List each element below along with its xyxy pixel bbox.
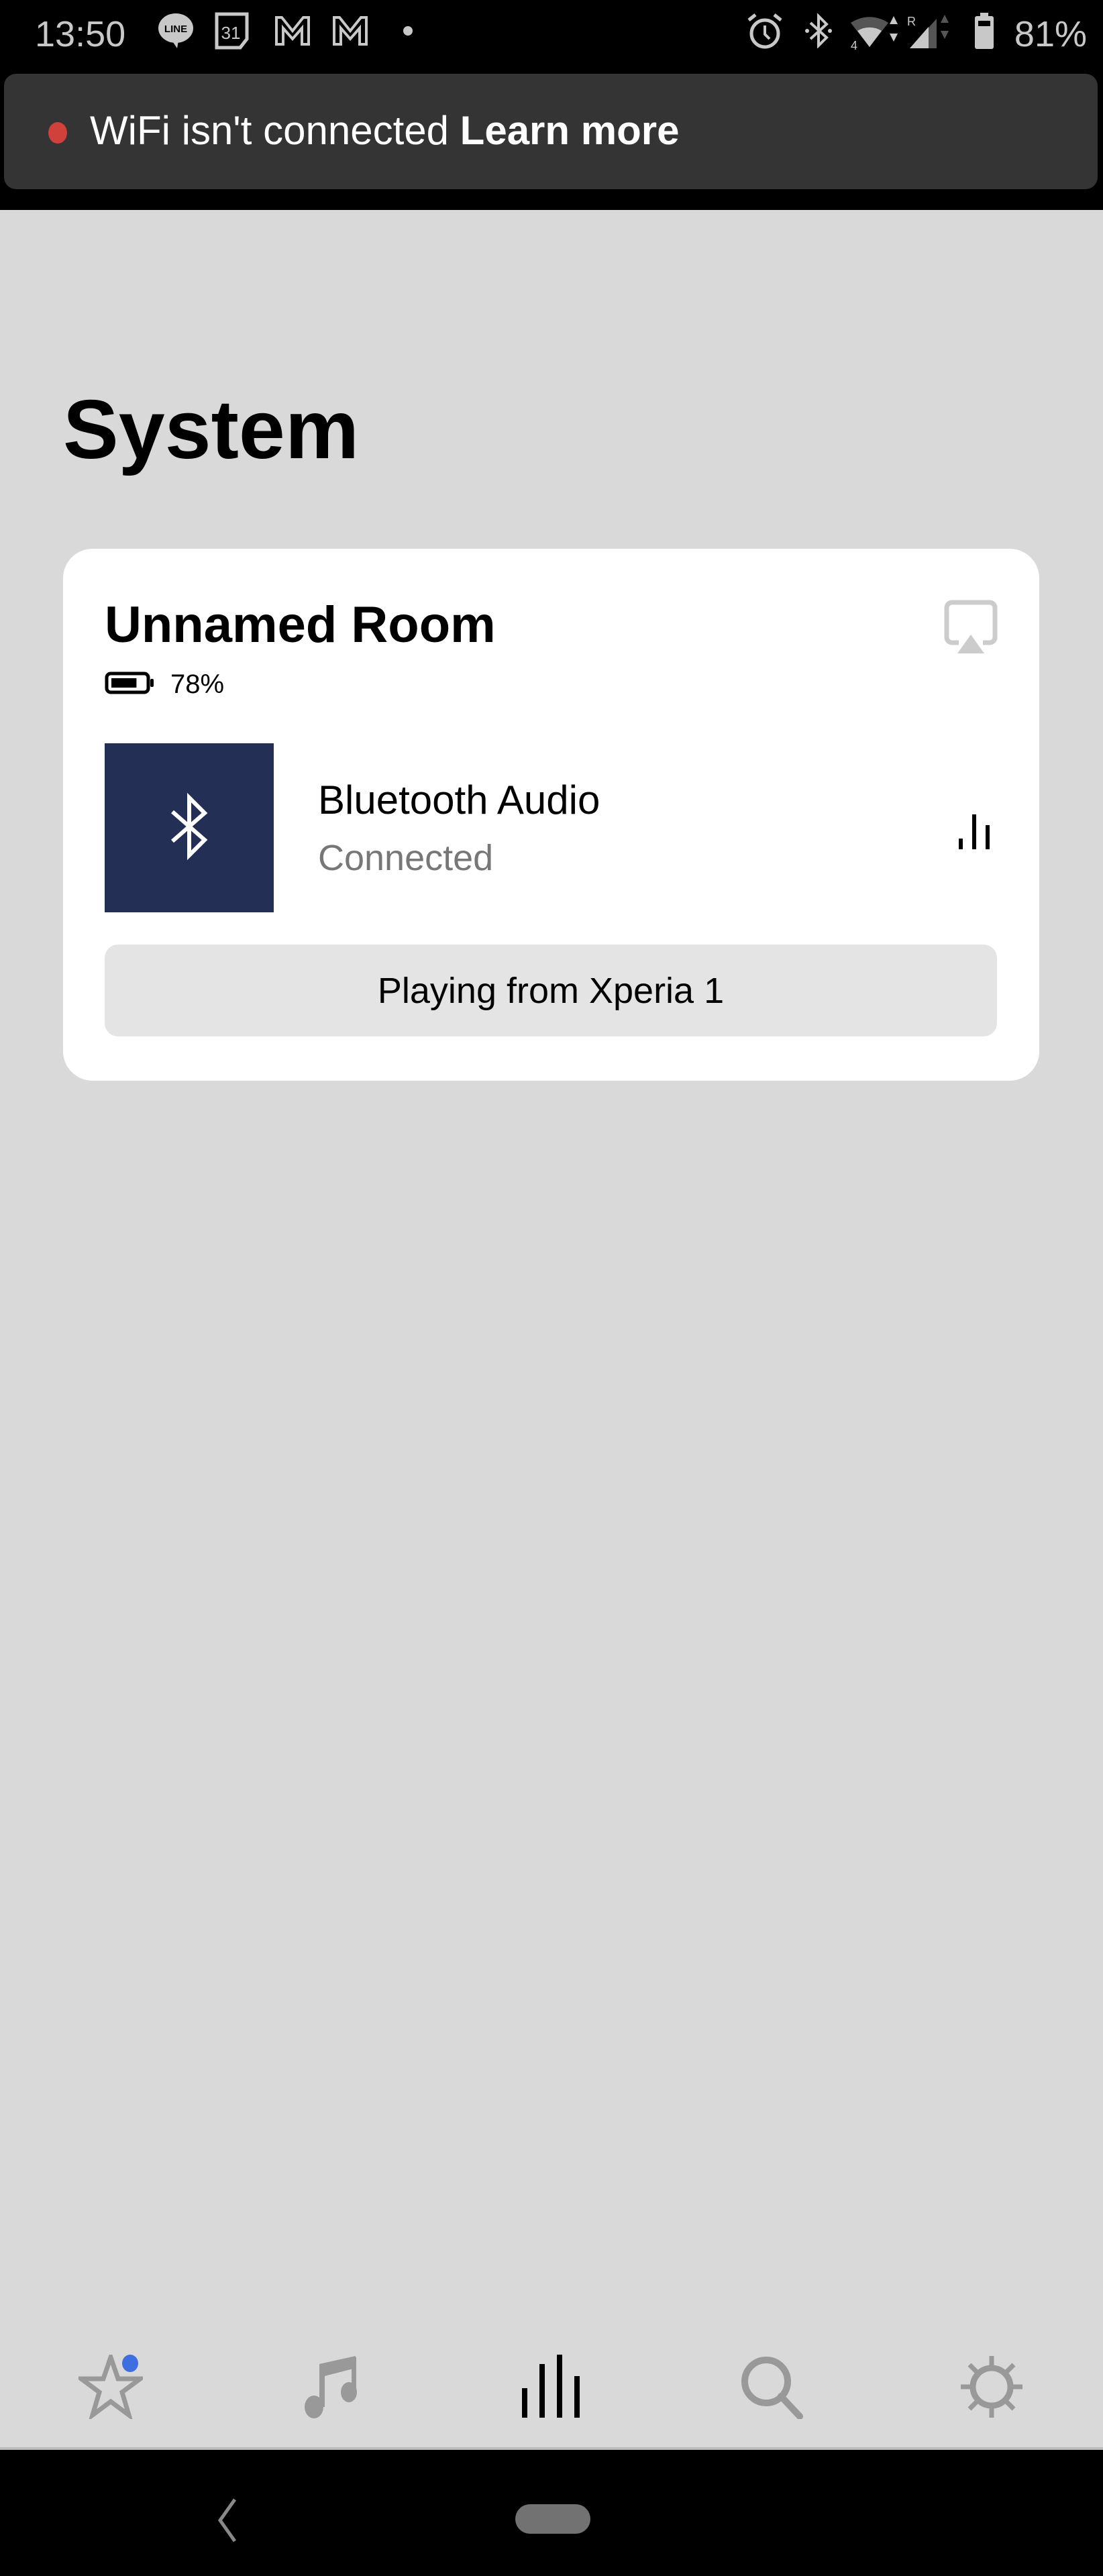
tab-search[interactable]	[738, 2355, 805, 2422]
line-icon: LINE	[157, 13, 195, 48]
svg-text:4: 4	[851, 39, 857, 50]
bluetooth-status-icon	[802, 13, 835, 48]
banner-text: WiFi isn't connected	[90, 108, 449, 153]
notification-badge-icon	[122, 2355, 138, 2372]
search-icon	[739, 2355, 804, 2422]
back-icon[interactable]	[208, 2497, 248, 2544]
learn-more-link[interactable]: Learn more	[460, 108, 680, 153]
bottom-tab-bar	[0, 2308, 1103, 2450]
alarm-icon	[746, 13, 784, 49]
svg-text:31: 31	[221, 23, 241, 43]
warning-dot-icon	[48, 122, 67, 144]
tab-system[interactable]	[518, 2354, 585, 2422]
room-battery: 78%	[105, 669, 224, 700]
room-card[interactable]: Unnamed Room 78% Bluetooth Audio Connect…	[63, 549, 1039, 1081]
wifi-warning-banner[interactable]: WiFi isn't connected Learn more	[4, 74, 1098, 189]
source-status: Connected	[318, 838, 494, 878]
battery-icon	[974, 13, 994, 49]
playing-from-button[interactable]: Playing from Xperia 1	[105, 945, 997, 1036]
gmail-icon	[331, 15, 369, 47]
more-notifications-dot-icon	[400, 15, 416, 47]
home-button[interactable]	[515, 2504, 590, 2534]
banner-message: WiFi isn't connected Learn more	[90, 107, 679, 154]
battery-icon	[105, 672, 156, 698]
music-note-icon	[299, 2355, 364, 2422]
svg-text:LINE: LINE	[164, 23, 187, 35]
banner-area: WiFi isn't connected Learn more	[0, 74, 1103, 210]
bluetooth-icon	[166, 792, 213, 863]
calendar-icon: 31	[215, 12, 250, 50]
now-playing-equalizer-icon	[957, 810, 998, 851]
tab-settings[interactable]	[958, 2355, 1025, 2422]
tab-browse[interactable]	[298, 2355, 365, 2422]
room-name: Unnamed Room	[105, 596, 496, 653]
cell-signal-icon: R	[907, 15, 951, 48]
page-title: System	[63, 384, 360, 476]
clock: 13:50	[35, 14, 126, 54]
equalizer-icon	[518, 2354, 585, 2422]
airplay-icon[interactable]	[944, 600, 998, 653]
battery-percent: 81%	[1014, 14, 1087, 54]
status-bar: 13:50 LINE 31 4 R 81%	[0, 0, 1103, 74]
battery-percent-label: 78%	[170, 669, 225, 699]
source-title: Bluetooth Audio	[318, 777, 600, 822]
gmail-icon	[274, 15, 311, 47]
gear-icon	[959, 2355, 1024, 2422]
wifi-icon: 4	[847, 15, 900, 50]
svg-text:R: R	[907, 15, 916, 28]
source-artwork[interactable]	[105, 743, 274, 912]
